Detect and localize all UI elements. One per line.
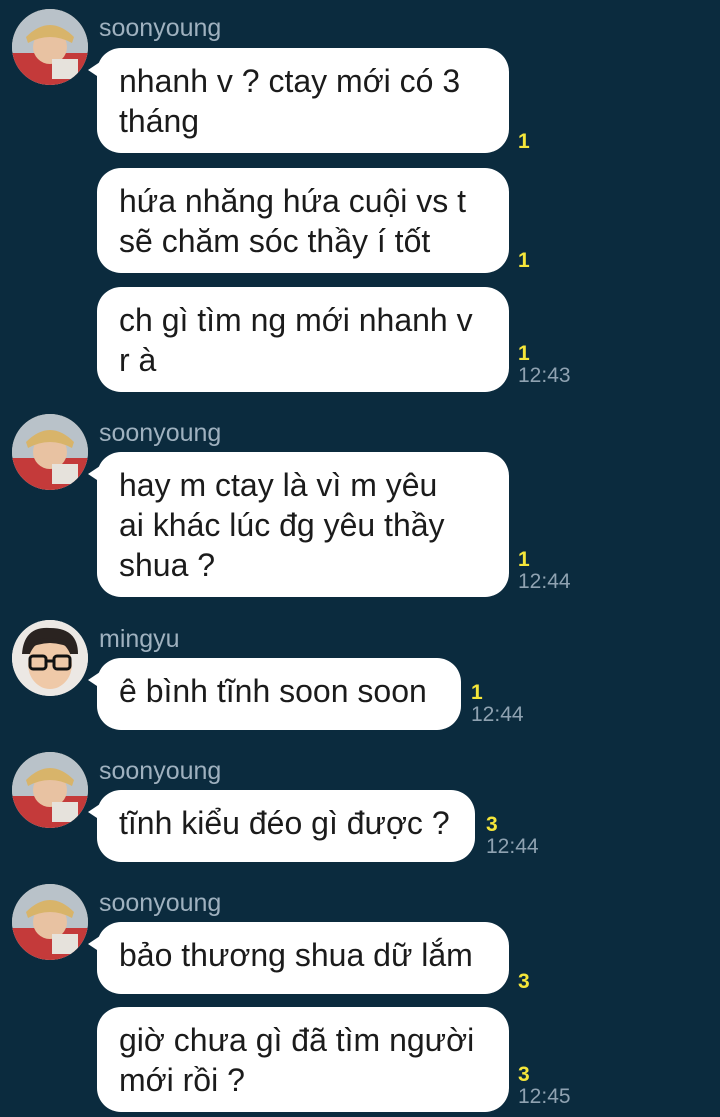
message-text: tháng bbox=[119, 103, 200, 139]
message-text: ê bình tĩnh soon soon bbox=[119, 673, 427, 709]
message-text: hứa nhăng hứa cuội vs t bbox=[119, 183, 467, 219]
message-text: sẽ chăm sóc thầy í tốt bbox=[119, 223, 431, 259]
message-meta: 1 12:44 bbox=[471, 682, 524, 725]
message-meta: 3 12:45 bbox=[518, 1064, 571, 1107]
message-time: 12:45 bbox=[518, 1085, 571, 1108]
message-text: bảo thương shua dữ lắm bbox=[119, 937, 473, 973]
message-text: hay m ctay là vì m yêu bbox=[119, 467, 438, 503]
message-time: 12:43 bbox=[518, 364, 571, 387]
sender-name: soonyoung bbox=[99, 889, 222, 917]
message-meta: 1 12:43 bbox=[518, 343, 571, 386]
message-meta: 3 bbox=[518, 971, 530, 992]
message-text: giờ chưa gì đã tìm người bbox=[119, 1022, 475, 1058]
message-time: 12:44 bbox=[518, 570, 571, 593]
unread-count: 3 bbox=[486, 813, 498, 836]
message-bubble[interactable]: ch gì tìm ng mới nhanh v r à bbox=[97, 287, 509, 392]
sender-name: mingyu bbox=[99, 625, 180, 653]
message-time: 12:44 bbox=[471, 703, 524, 726]
sender-name: soonyoung bbox=[99, 419, 222, 447]
message-text: ai khác lúc đg yêu thầy bbox=[119, 507, 445, 543]
sender-name: soonyoung bbox=[99, 757, 222, 785]
message-bubble[interactable]: tĩnh kiểu đéo gì được ? bbox=[88, 790, 475, 862]
message-bubble[interactable]: hứa nhăng hứa cuội vs t sẽ chăm sóc thầy… bbox=[97, 168, 509, 273]
message-meta: 3 12:44 bbox=[486, 814, 539, 857]
message-text: tĩnh kiểu đéo gì được ? bbox=[119, 805, 450, 841]
message-bubble[interactable]: ê bình tĩnh soon soon bbox=[88, 658, 461, 730]
soonyoung-avatar[interactable] bbox=[12, 752, 88, 828]
soonyoung-avatar[interactable] bbox=[12, 884, 88, 960]
message-bubble[interactable]: bảo thương shua dữ lắm bbox=[88, 922, 509, 994]
unread-count: 3 bbox=[518, 1063, 530, 1086]
message-bubble[interactable]: giờ chưa gì đã tìm người mới rồi ? bbox=[97, 1007, 509, 1112]
soonyoung-avatar[interactable] bbox=[12, 9, 88, 85]
message-meta: 1 bbox=[518, 250, 530, 271]
message-bubble[interactable]: nhanh v ? ctay mới có 3 tháng bbox=[88, 48, 509, 153]
message-time: 12:44 bbox=[486, 835, 539, 858]
sender-name: soonyoung bbox=[99, 14, 222, 42]
message-text: nhanh v ? ctay mới có 3 bbox=[119, 63, 461, 99]
unread-count: 1 bbox=[518, 130, 530, 153]
message-text: r à bbox=[119, 342, 157, 378]
unread-count: 1 bbox=[471, 681, 483, 704]
unread-count: 3 bbox=[518, 970, 530, 993]
soonyoung-avatar[interactable] bbox=[12, 414, 88, 490]
message-text: mới rồi ? bbox=[119, 1062, 245, 1098]
message-meta: 1 12:44 bbox=[518, 549, 571, 592]
message-text: ch gì tìm ng mới nhanh v bbox=[119, 302, 473, 338]
message-text: shua ? bbox=[119, 547, 216, 583]
unread-count: 1 bbox=[518, 249, 530, 272]
unread-count: 1 bbox=[518, 342, 530, 365]
unread-count: 1 bbox=[518, 548, 530, 571]
message-meta: 1 bbox=[518, 131, 530, 152]
message-bubble[interactable]: hay m ctay là vì m yêu ai khác lúc đg yê… bbox=[88, 452, 509, 597]
mingyu-avatar[interactable] bbox=[12, 620, 88, 696]
